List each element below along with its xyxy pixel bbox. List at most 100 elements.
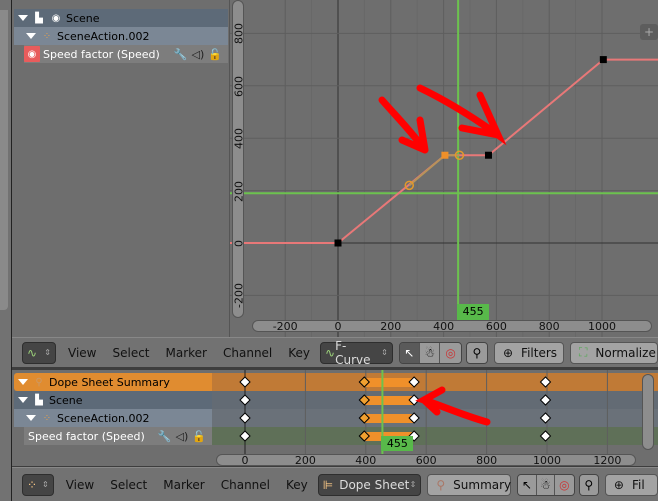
plus-circle-icon: ⊕ bbox=[502, 345, 514, 360]
editor-type-selector[interactable]: ∿ ⇕ bbox=[22, 341, 56, 364]
only-selected-cursor-icon[interactable]: ↖ bbox=[518, 474, 537, 495]
menu-channel[interactable]: Channel bbox=[215, 346, 280, 360]
channel-action-label: SceneAction.002 bbox=[57, 411, 150, 425]
scene-icon: ▙ bbox=[35, 394, 43, 406]
channel-action[interactable]: ⁘ SceneAction.002 bbox=[14, 27, 228, 45]
annotation-arrow-left bbox=[378, 96, 429, 154]
graph-svg[interactable] bbox=[230, 0, 658, 337]
mode-label: Dope Sheet bbox=[339, 477, 410, 492]
y-tick-label: 400 bbox=[232, 128, 246, 150]
menu-marker[interactable]: Marker bbox=[158, 346, 215, 360]
channel-scene[interactable]: ▙ ◉ Scene bbox=[14, 9, 228, 27]
x-tick-label: 200 bbox=[380, 320, 402, 333]
menu-view[interactable]: View bbox=[58, 478, 102, 492]
filters-label: Fil bbox=[631, 477, 645, 492]
filter-toggle-group: ↖ ☃ ◎ bbox=[398, 341, 462, 364]
y-tick-label: -200 bbox=[232, 283, 246, 309]
channel-action[interactable]: ⁘ SceneAction.002 bbox=[14, 409, 212, 427]
x-tick-label: 400 bbox=[355, 454, 377, 466]
menu-key[interactable]: Key bbox=[278, 478, 316, 492]
x-tick-label: 800 bbox=[538, 320, 560, 333]
x-tick-label: 1000 bbox=[588, 320, 616, 333]
channel-fcurve[interactable]: ◉ Speed factor (Speed) 🔧 ◁) 🔓 bbox=[24, 45, 228, 63]
filters-button[interactable]: ⊕ Fil bbox=[604, 473, 658, 496]
channel-fcurve[interactable]: Speed factor (Speed) 🔧 ◁) 🔓 bbox=[24, 427, 212, 445]
vertical-scrollbar[interactable] bbox=[232, 0, 244, 318]
summary-icon: ⚲ bbox=[35, 376, 43, 388]
menu-select[interactable]: Select bbox=[102, 478, 155, 492]
channel-fcurve-label: Speed factor (Speed) bbox=[43, 47, 160, 61]
current-frame-badge[interactable]: 455 bbox=[457, 304, 490, 320]
normalize-icon: ⛶ bbox=[578, 345, 588, 359]
normalize-label: Normalize bbox=[595, 345, 656, 360]
fcurve-visibility-eye-icon[interactable]: ◉ bbox=[24, 46, 40, 62]
plus-circle-icon: ⊕ bbox=[613, 477, 624, 492]
filters-button[interactable]: ⊕ Filters bbox=[493, 341, 564, 364]
x-tick-label: 600 bbox=[485, 320, 507, 333]
summary-icon: ⚲ bbox=[436, 477, 446, 492]
x-tick-label: 1000 bbox=[533, 454, 561, 466]
graph-editor-canvas[interactable]: 455 -200 0 200 400 600 800 1000 -200 0 200 400 600… bbox=[230, 0, 658, 337]
summary-label: Summary bbox=[453, 477, 512, 492]
menu-marker[interactable]: Marker bbox=[155, 478, 212, 492]
mode-selector[interactable]: ⊫ Dope Sheet ⇕ bbox=[317, 473, 422, 496]
expand-triangle-icon[interactable] bbox=[26, 415, 36, 421]
channel-scene[interactable]: ▙ Scene bbox=[14, 391, 212, 409]
updown-arrows-icon: ⇕ bbox=[409, 480, 417, 489]
channel-summary[interactable]: ⚲ Dope Sheet Summary bbox=[14, 373, 212, 391]
properties-plus-button[interactable]: + bbox=[640, 24, 658, 40]
x-tick-label: 400 bbox=[433, 320, 455, 333]
ghost-icon[interactable]: ☃ bbox=[420, 342, 441, 363]
normalize-toggle[interactable]: ⛶ Normalize bbox=[569, 341, 658, 364]
x-tick-label: 0 bbox=[334, 320, 342, 333]
lifebuoy-icon[interactable]: ◎ bbox=[555, 474, 574, 495]
summary-toggle[interactable]: ⚲ Summary bbox=[427, 473, 512, 496]
current-frame-badge[interactable]: 455 bbox=[381, 436, 414, 451]
filter-toggle-group: ↖ ☃ ◎ bbox=[517, 473, 575, 496]
keyframe-point bbox=[484, 151, 492, 159]
lock-icon[interactable]: 🔓 bbox=[192, 430, 206, 443]
mute-speaker-icon[interactable]: ◁) bbox=[176, 430, 189, 443]
expand-triangle-icon[interactable] bbox=[18, 15, 28, 21]
lock-icon[interactable]: 🔓 bbox=[208, 48, 222, 61]
dopesheet-mode-icon: ⊫ bbox=[322, 477, 334, 492]
expand-triangle-icon[interactable] bbox=[26, 33, 36, 39]
modifier-wrench-icon[interactable]: 🔧 bbox=[158, 430, 172, 443]
dopesheet-channel-list: ⚲ Dope Sheet Summary ▙ Scene ⁘ SceneActi… bbox=[12, 370, 212, 466]
graph-channel-list: ▙ ◉ Scene ⁘ SceneAction.002 ◉ Speed fact… bbox=[12, 0, 230, 337]
x-tick-label: -200 bbox=[272, 320, 298, 333]
dopesheet-svg[interactable] bbox=[212, 370, 658, 466]
mute-speaker-icon[interactable]: ◁) bbox=[192, 48, 205, 61]
channel-summary-label: Dope Sheet Summary bbox=[49, 375, 170, 389]
menu-select[interactable]: Select bbox=[104, 346, 157, 360]
x-tick-label: 600 bbox=[415, 454, 437, 466]
only-selected-cursor-icon[interactable]: ↖ bbox=[399, 342, 421, 363]
vertical-scrollbar[interactable] bbox=[642, 374, 654, 450]
editor-type-selector[interactable]: ⁘ ⇕ bbox=[22, 473, 54, 496]
channel-scene-label: Scene bbox=[49, 393, 83, 407]
lifebuoy-icon[interactable]: ◎ bbox=[440, 342, 461, 363]
keyframe-point bbox=[599, 56, 607, 64]
dopesheet-canvas[interactable]: 455 0 200 400 600 800 1000 1200 bbox=[212, 370, 658, 466]
magnifier-icon[interactable]: ⚲ bbox=[579, 474, 598, 495]
x-tick-label: 1200 bbox=[593, 454, 622, 466]
x-tick-label: 800 bbox=[476, 454, 498, 466]
expand-triangle-icon[interactable] bbox=[18, 379, 28, 385]
modifier-wrench-icon[interactable]: 🔧 bbox=[174, 48, 188, 61]
magnifier-icon[interactable]: ⚲ bbox=[466, 342, 487, 363]
dopesheet-row-bg bbox=[212, 373, 658, 391]
mode-selector[interactable]: ∿ F-Curve ⇕ bbox=[320, 339, 393, 367]
eye-icon[interactable]: ◉ bbox=[49, 11, 63, 25]
action-icon: ⁘ bbox=[42, 412, 52, 424]
hold-bar bbox=[364, 378, 415, 387]
updown-arrows-icon: ⇕ bbox=[381, 348, 388, 357]
fcurve-editor-icon: ∿ bbox=[27, 345, 38, 360]
filters-label: Filters bbox=[521, 345, 558, 360]
keyframe-point bbox=[334, 239, 342, 247]
menu-channel[interactable]: Channel bbox=[213, 478, 278, 492]
menu-view[interactable]: View bbox=[60, 346, 104, 360]
ghost-icon[interactable]: ☃ bbox=[536, 474, 556, 495]
menu-key[interactable]: Key bbox=[280, 346, 318, 360]
expand-triangle-icon[interactable] bbox=[18, 397, 28, 403]
dopesheet-editor-icon: ⁘ bbox=[27, 477, 38, 492]
